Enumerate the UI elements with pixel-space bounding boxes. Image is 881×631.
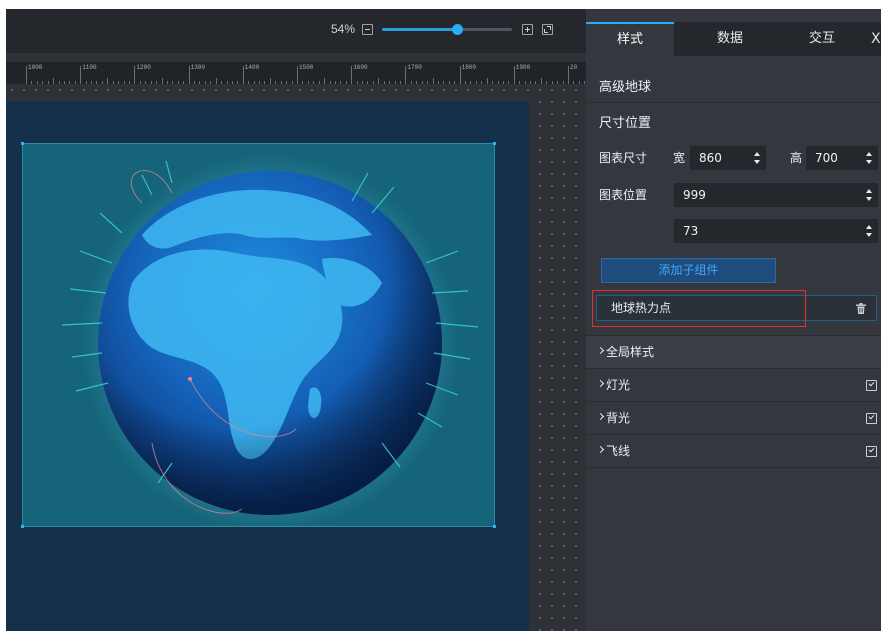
ruler-label: 1100 xyxy=(82,64,97,71)
flyline-checkbox[interactable] xyxy=(866,446,877,457)
position-x-stepper-icon[interactable] xyxy=(866,189,873,201)
ruler-label: 20 xyxy=(570,64,578,71)
ruler-tick xyxy=(459,66,461,84)
position-x-input[interactable]: 999 xyxy=(674,183,878,207)
height-label: 高 xyxy=(790,151,803,165)
ruler-label: 1000 xyxy=(28,64,43,71)
zoom-slider[interactable] xyxy=(382,24,512,35)
width-input[interactable]: 860 xyxy=(690,146,766,170)
check-icon xyxy=(868,446,875,453)
section-label: 飞线 xyxy=(606,444,631,458)
position-y-input[interactable]: 73 xyxy=(674,219,878,243)
ruler-label: 1400 xyxy=(244,64,260,71)
ruler-label: 1800 xyxy=(461,64,476,71)
zoom-slider-fill xyxy=(382,28,457,31)
chevron-right-icon xyxy=(596,445,605,454)
panel-tabs: 样式 数据 交互 X xyxy=(586,22,881,56)
ruler-tick xyxy=(134,66,136,84)
light-checkbox[interactable] xyxy=(866,380,877,391)
position-y-value: 73 xyxy=(683,224,699,238)
ruler-tick xyxy=(405,66,407,84)
width-value: 860 xyxy=(699,151,722,165)
ruler-label: 1600 xyxy=(353,64,368,71)
ruler-tick xyxy=(188,66,190,84)
section-label: 全局样式 xyxy=(606,345,655,359)
width-label: 宽 xyxy=(673,151,686,165)
ruler-tick xyxy=(26,66,27,84)
zoom-in-button[interactable] xyxy=(522,24,533,35)
ruler-label: 1200 xyxy=(136,64,151,71)
tab-style[interactable]: 样式 xyxy=(586,22,674,56)
horizontal-ruler: 1000 1100 1200 1300 1400 1500 1600 1700 1800 1900… xyxy=(6,62,586,84)
ruler-tick xyxy=(351,66,353,84)
tab-interaction[interactable]: 交互 xyxy=(778,22,866,56)
section-label: 背光 xyxy=(606,411,631,425)
fit-screen-icon[interactable] xyxy=(542,24,553,35)
zoom-value: 54% xyxy=(331,22,356,36)
check-icon xyxy=(868,380,875,387)
ruler-tick xyxy=(80,66,82,84)
section-backlight[interactable]: 背光 xyxy=(586,401,881,434)
canvas-toolbar: 54% xyxy=(6,9,586,53)
tab-data[interactable]: 数据 xyxy=(686,22,774,56)
add-child-component-button[interactable]: 添加子组件 xyxy=(601,258,776,283)
height-input[interactable]: 700 xyxy=(806,146,878,170)
chart-size-label: 图表尺寸 xyxy=(599,151,648,165)
panel-empty-area xyxy=(586,467,881,631)
ruler-tick xyxy=(513,66,515,84)
height-value: 700 xyxy=(815,151,838,165)
editor-canvas[interactable]: 54% 1000 1100 1200 1300 1400 1500 1600 1700 1800… xyxy=(6,9,586,631)
section-light[interactable]: 灯光 xyxy=(586,368,881,401)
heat-point xyxy=(188,377,192,381)
width-stepper-icon[interactable] xyxy=(754,152,761,164)
ruler-label: 1500 xyxy=(299,64,314,71)
ruler-label: 1700 xyxy=(407,64,422,71)
ruler-tick xyxy=(242,66,244,84)
position-y-stepper-icon[interactable] xyxy=(866,225,873,237)
chevron-right-icon xyxy=(596,412,605,421)
section-label: 灯光 xyxy=(606,378,631,392)
property-panel: 样式 数据 交互 X 高级地球 尺寸位置 图表尺寸 宽 860 高 700 图表… xyxy=(586,9,881,631)
check-icon xyxy=(868,413,875,420)
ruler-tick xyxy=(297,66,298,84)
close-panel-icon[interactable]: X xyxy=(871,22,881,56)
ruler-tick xyxy=(568,66,569,84)
ruler-label: 1900 xyxy=(515,64,531,71)
section-global-style[interactable]: 全局样式 xyxy=(586,335,881,368)
backlight-checkbox[interactable] xyxy=(866,413,877,424)
globe-chart xyxy=(61,153,479,527)
globe-shade xyxy=(98,171,442,515)
chart-position-label: 图表位置 xyxy=(599,188,648,202)
chevron-right-icon xyxy=(596,346,605,355)
app-window: 54% 1000 1100 1200 1300 1400 1500 1600 1700 1800… xyxy=(6,9,881,631)
zoom-slider-thumb[interactable] xyxy=(452,24,463,35)
section-flyline[interactable]: 飞线 xyxy=(586,434,881,467)
position-x-value: 999 xyxy=(683,188,706,202)
widget-title: 高级地球 xyxy=(599,80,652,95)
zoom-out-button[interactable] xyxy=(362,24,373,35)
ruler-label: 1300 xyxy=(190,64,205,71)
trash-icon[interactable] xyxy=(856,303,866,314)
highlight-box xyxy=(592,290,806,327)
divider xyxy=(586,102,881,103)
chevron-right-icon xyxy=(596,379,605,388)
height-stepper-icon[interactable] xyxy=(866,152,873,164)
size-position-heading: 尺寸位置 xyxy=(599,116,652,131)
